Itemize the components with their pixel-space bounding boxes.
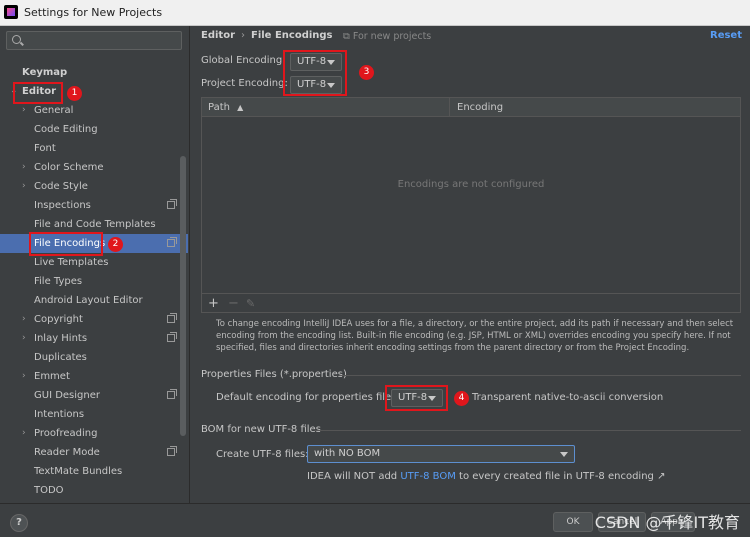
window-title: Settings for New Projects [24, 6, 163, 19]
sidebar-item-code-editing[interactable]: Code Editing [0, 120, 188, 139]
table-toolbar: + − ✎ [202, 293, 740, 313]
ok-button[interactable]: OK [553, 512, 593, 532]
sidebar-item-file-types[interactable]: File Types [0, 272, 188, 291]
chevron-right-icon[interactable]: › [22, 424, 26, 443]
sidebar-item-code-style[interactable]: › Code Style [0, 177, 188, 196]
sidebar-item-color-scheme[interactable]: › Color Scheme [0, 158, 188, 177]
annotation-box-file-encodings [29, 232, 103, 256]
annotation-badge-3: 3 [359, 65, 374, 80]
column-header-encoding[interactable]: Encoding [457, 98, 503, 117]
chevron-right-icon[interactable]: › [22, 367, 26, 386]
create-utf8-files-label: Create UTF-8 files: [216, 449, 309, 460]
section-divider [315, 430, 741, 431]
sidebar-item-textmate-bundles[interactable]: TextMate Bundles [0, 462, 188, 481]
project-scope-icon [167, 199, 177, 209]
chevron-right-icon[interactable]: › [22, 177, 26, 196]
edit-icon[interactable]: ✎ [246, 295, 255, 312]
sidebar-item-inlay-hints[interactable]: › Inlay Hints [0, 329, 188, 348]
chevron-right-icon[interactable]: › [22, 310, 26, 329]
breadcrumb-separator-icon: › [241, 30, 245, 41]
annotation-box-properties-encoding [385, 385, 448, 411]
scope-note: ⧉ For new projects [343, 31, 432, 42]
chevron-down-icon [560, 452, 568, 457]
sidebar-item-android-layout-editor[interactable]: Android Layout Editor [0, 291, 188, 310]
project-scope-icon: ⧉ [343, 31, 353, 42]
empty-table-message: Encodings are not configured [397, 179, 545, 190]
settings-search-input[interactable] [6, 31, 182, 50]
csdn-watermark: CSDN @千锋IT教育 [594, 513, 740, 532]
sidebar-scrollbar[interactable] [180, 156, 186, 436]
sidebar-item-font[interactable]: Font [0, 139, 188, 158]
dialog-footer: ? OK Cancel Apply CSDN @千锋IT教育 [0, 503, 750, 537]
sidebar-item-todo[interactable]: TODO [0, 481, 188, 500]
properties-section-title: Properties Files (*.properties) [201, 369, 347, 380]
bom-section-title: BOM for new UTF-8 files [201, 424, 321, 435]
help-button[interactable]: ? [10, 514, 28, 532]
reset-link[interactable]: Reset [710, 30, 742, 41]
breadcrumb-parent[interactable]: Editor [201, 30, 235, 41]
annotation-box-editor [13, 82, 63, 104]
intellij-app-icon [4, 5, 18, 19]
section-divider [339, 375, 741, 376]
global-encoding-label: Global Encoding: [201, 55, 286, 66]
sidebar-item-emmet[interactable]: › Emmet [0, 367, 188, 386]
table-header: Path ▲ Encoding [202, 98, 740, 117]
project-scope-icon [167, 389, 177, 399]
search-icon [12, 35, 21, 44]
chevron-right-icon[interactable]: › [22, 329, 26, 348]
breadcrumb-current: File Encodings [251, 30, 333, 41]
project-scope-icon [167, 332, 177, 342]
annotation-badge-1: 1 [67, 86, 82, 101]
project-scope-icon [167, 313, 177, 323]
sidebar-item-intentions[interactable]: Intentions [0, 405, 188, 424]
sidebar-item-reader-mode[interactable]: Reader Mode [0, 443, 188, 462]
project-scope-icon [167, 237, 177, 247]
properties-default-encoding-label: Default encoding for properties files: [216, 392, 400, 403]
title-bar: Settings for New Projects [0, 0, 750, 26]
bom-note: IDEA will NOT add UTF-8 BOM to every cre… [307, 471, 666, 482]
encoding-help-text: To change encoding IntelliJ IDEA uses fo… [216, 319, 734, 353]
remove-icon[interactable]: − [228, 295, 239, 312]
utf8-bom-link[interactable]: UTF-8 BOM [400, 471, 456, 482]
sort-ascending-icon: ▲ [237, 103, 244, 112]
sidebar-item-keymap[interactable]: Keymap [0, 63, 188, 82]
column-header-path[interactable]: Path ▲ [208, 98, 243, 117]
annotation-badge-2: 2 [108, 237, 123, 252]
bom-mode-dropdown[interactable]: with NO BOM [307, 445, 575, 463]
annotation-box-encodings [283, 50, 347, 96]
breadcrumb: Editor › File Encodings [201, 30, 333, 41]
sidebar-item-gui-designer[interactable]: GUI Designer [0, 386, 188, 405]
sidebar-item-proofreading[interactable]: › Proofreading [0, 424, 188, 443]
add-icon[interactable]: + [208, 295, 219, 312]
chevron-right-icon[interactable]: › [22, 158, 26, 177]
path-encoding-table[interactable]: Path ▲ Encoding Encodings are not config… [201, 97, 741, 313]
sidebar-item-inspections[interactable]: Inspections [0, 196, 188, 215]
native-to-ascii-checkbox-label[interactable]: Transparent native-to-ascii conversion [472, 392, 663, 403]
settings-main-panel: Editor › File Encodings ⧉ For new projects… [191, 26, 750, 503]
project-scope-icon [167, 446, 177, 456]
project-encoding-label: Project Encoding: [201, 78, 288, 89]
annotation-badge-4: 4 [454, 391, 469, 406]
sidebar-item-copyright[interactable]: › Copyright [0, 310, 188, 329]
sidebar-item-duplicates[interactable]: Duplicates [0, 348, 188, 367]
column-divider[interactable] [449, 98, 450, 117]
